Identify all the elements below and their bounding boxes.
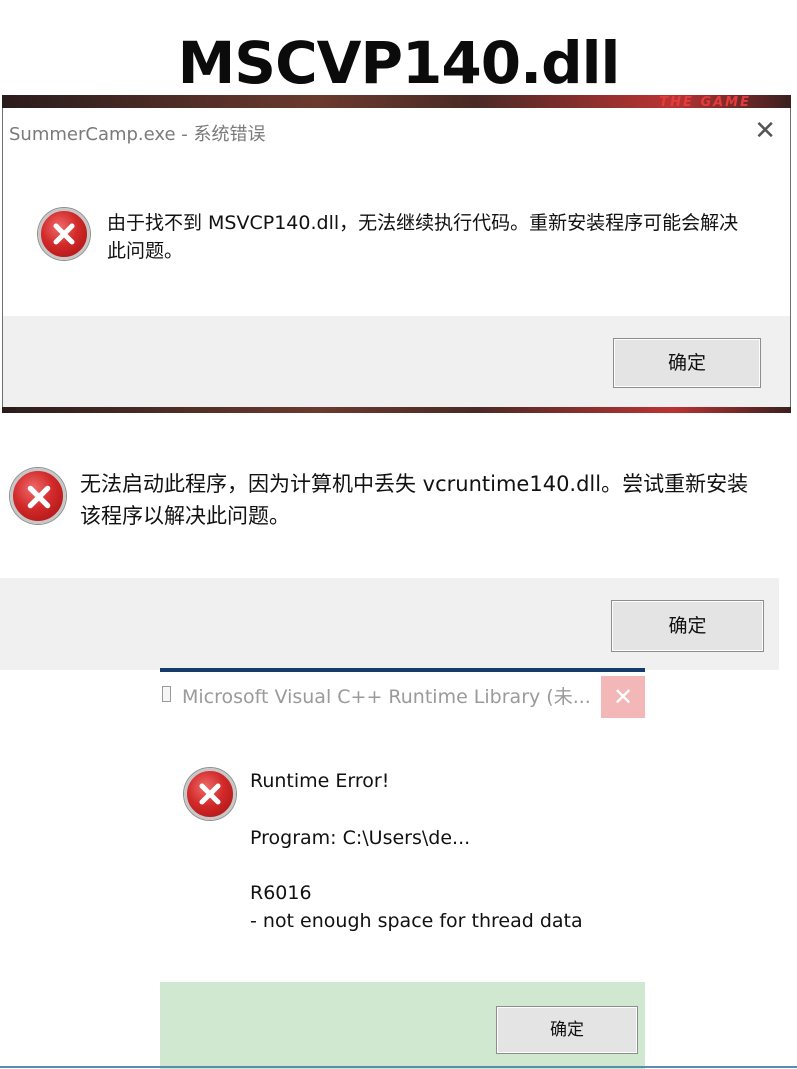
error-description: - not enough space for thread data	[250, 910, 583, 932]
system-error-dialog: SummerCamp.exe - 系统错误 ✕ 由于找不到 MSVCP140.d…	[2, 108, 791, 408]
close-button[interactable]: ✕	[754, 116, 776, 146]
error-icon	[184, 768, 236, 820]
error-heading: Runtime Error!	[250, 770, 390, 792]
ok-button[interactable]: 确定	[611, 600, 764, 652]
background-game-art-top: THE GAME	[2, 95, 791, 110]
page-headline: MSCVP140.dll	[177, 29, 621, 97]
app-icon	[162, 686, 171, 702]
close-button[interactable]: ✕	[601, 676, 645, 718]
error-message: 无法启动此程序，因为计算机中丢失 vcruntime140.dll。尝试重新安装…	[80, 472, 749, 528]
error-icon	[38, 208, 90, 260]
bottom-divider	[0, 1066, 797, 1068]
ok-button[interactable]: 确定	[496, 1006, 638, 1054]
dialog-title: Microsoft Visual C++ Runtime Library (未.…	[182, 686, 591, 708]
ok-button[interactable]: 确定	[613, 338, 761, 388]
missing-dll-dialog: 无法启动此程序，因为计算机中丢失 vcruntime140.dll。尝试重新安装…	[0, 420, 779, 670]
error-message: 由于找不到 MSVCP140.dll，无法继续执行代码。重新安装程序可能会解决此…	[107, 212, 739, 262]
dialog-title: SummerCamp.exe - 系统错误	[9, 124, 266, 145]
runtime-error-dialog: Microsoft Visual C++ Runtime Library (未.…	[160, 668, 645, 1069]
error-icon	[10, 468, 66, 524]
dialog-titlebar: Microsoft Visual C++ Runtime Library (未.…	[160, 672, 645, 718]
error-code: R6016	[250, 882, 312, 904]
program-path: Program: C:\Users\de...	[250, 827, 471, 849]
background-game-art-bottom	[2, 407, 791, 413]
